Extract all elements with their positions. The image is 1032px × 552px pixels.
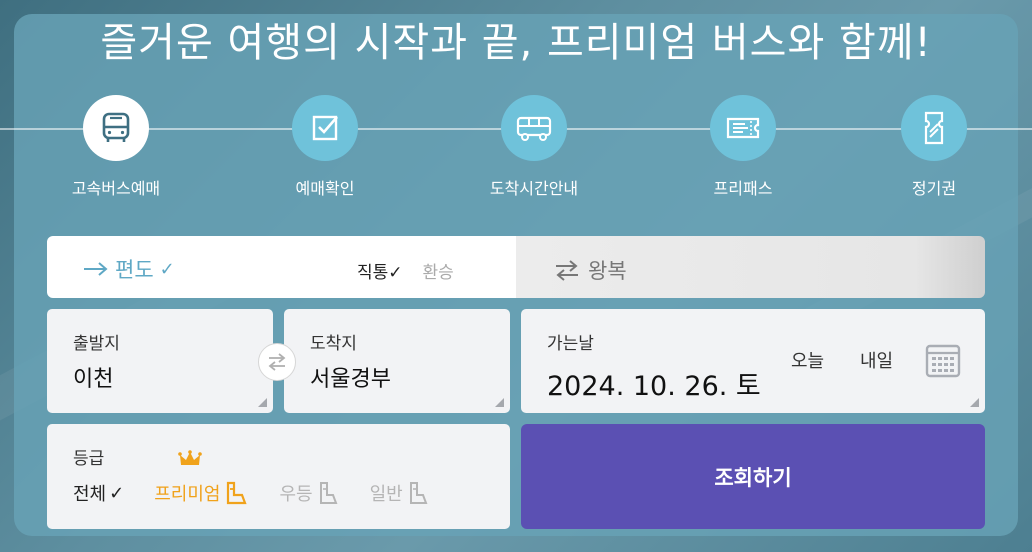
direct-option[interactable]: 직통✓ xyxy=(357,258,403,283)
grade-options: 전체 ✓ 프리미엄 우등 일반 xyxy=(73,450,460,506)
search-button[interactable]: 조회하기 xyxy=(521,424,985,529)
grade-deluxe-label: 우등 xyxy=(279,484,313,505)
swap-stations-button[interactable] xyxy=(258,343,296,381)
one-way-label-group: 편도 ✓ xyxy=(83,254,175,284)
one-way-label: 편도 xyxy=(115,258,154,282)
trip-type-bar: 편도 ✓ 직통✓ 환승 왕복 xyxy=(47,236,985,298)
corner-marker xyxy=(970,398,979,407)
arrow-right-icon xyxy=(84,262,108,276)
corner-marker xyxy=(495,398,504,407)
nav-item-commuter-pass[interactable]: 정기권 xyxy=(859,95,1009,199)
check-icon: ✓ xyxy=(159,258,175,280)
calendar-button[interactable] xyxy=(925,344,961,382)
arrival-field[interactable]: 도착지 서울경부 xyxy=(284,309,510,413)
date-value: 2024. 10. 26. 토 xyxy=(547,371,761,402)
grade-premium-label: 프리미엄 xyxy=(154,484,221,505)
service-nav: 고속버스예매 예매확인 도착시간안내 프리패스 정기권 xyxy=(0,95,1032,205)
grade-option-premium[interactable]: 프리미엄 xyxy=(154,450,249,506)
departure-label: 출발지 xyxy=(73,334,120,354)
arrival-label: 도착지 xyxy=(310,334,357,354)
corner-marker xyxy=(258,398,267,407)
tomorrow-button[interactable]: 내일 xyxy=(860,347,893,373)
nav-label: 예매확인 xyxy=(295,179,355,198)
grade-option-deluxe[interactable]: 우등 xyxy=(279,480,339,506)
grade-label: 등급 xyxy=(73,449,105,469)
seat-icon xyxy=(409,482,428,504)
swap-icon xyxy=(268,353,286,371)
bus-arrival-icon xyxy=(501,95,567,161)
nav-label: 고속버스예매 xyxy=(71,179,161,198)
grade-field: 등급 전체 ✓ 프리미엄 우등 일반 xyxy=(47,424,510,529)
nav-label: 프리패스 xyxy=(713,179,773,198)
nav-item-arrival-time[interactable]: 도착시간안내 xyxy=(459,95,609,199)
bus-icon xyxy=(83,95,149,161)
round-trip-label: 왕복 xyxy=(588,259,627,283)
seat-icon xyxy=(319,482,338,504)
nav-label: 정기권 xyxy=(911,179,957,198)
arrival-value: 서울경부 xyxy=(310,367,391,392)
round-trip-tab[interactable]: 왕복 xyxy=(516,236,985,298)
crown-icon xyxy=(178,450,203,465)
nav-label: 도착시간안내 xyxy=(489,179,579,198)
grade-standard-label: 일반 xyxy=(369,484,403,505)
calendar-icon xyxy=(925,344,961,378)
grade-all-label: 전체 xyxy=(73,484,107,505)
nav-item-booking-check[interactable]: 예매확인 xyxy=(250,95,400,199)
departure-field[interactable]: 출발지 이천 xyxy=(47,309,273,413)
departure-value: 이천 xyxy=(73,367,114,392)
grade-option-standard[interactable]: 일반 xyxy=(370,480,430,506)
grade-option-all[interactable]: 전체 ✓ xyxy=(73,480,124,506)
pass-card-icon xyxy=(901,95,967,161)
one-way-tab[interactable]: 편도 ✓ 직통✓ 환승 xyxy=(47,236,516,298)
date-label: 가는날 xyxy=(547,334,594,354)
transfer-option[interactable]: 환승 xyxy=(423,258,454,283)
ticket-icon xyxy=(710,95,776,161)
round-trip-label-group: 왕복 xyxy=(554,255,627,285)
route-options: 직통✓ 환승 xyxy=(357,258,454,283)
direct-label: 직통 xyxy=(357,263,389,283)
seat-icon xyxy=(227,481,248,505)
check-icon: ✓ xyxy=(109,482,125,504)
nav-item-express-bus-booking[interactable]: 고속버스예매 xyxy=(41,95,191,199)
nav-item-free-pass[interactable]: 프리패스 xyxy=(668,95,818,199)
headline: 즐거운 여행의 시작과 끝, 프리미엄 버스와 함께! xyxy=(100,20,932,66)
date-field[interactable]: 가는날 2024. 10. 26. 토 오늘 내일 xyxy=(521,309,985,413)
swap-arrows-icon xyxy=(556,260,578,281)
checkbox-icon xyxy=(292,95,358,161)
check-icon: ✓ xyxy=(388,263,403,283)
today-button[interactable]: 오늘 xyxy=(791,347,824,373)
